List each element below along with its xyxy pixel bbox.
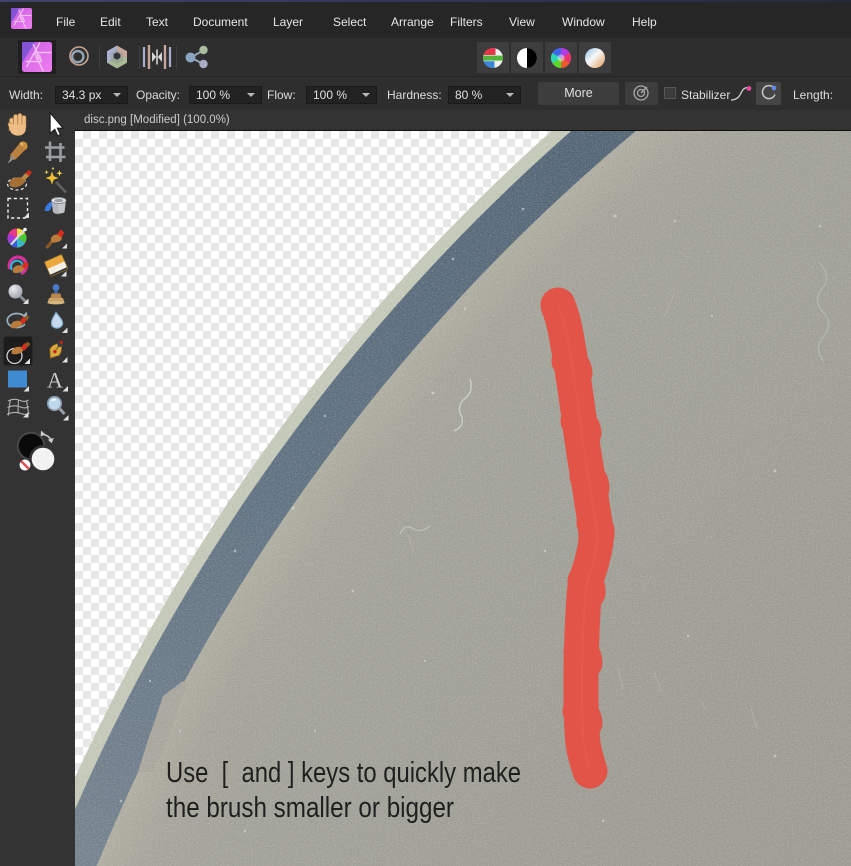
svg-text:the brush smaller or bigger: the brush smaller or bigger: [166, 792, 454, 824]
svg-text:Use [ and ] keys to quickly: Use [ and ] keys to quickly make: [166, 757, 521, 789]
svg-text:A: A: [47, 368, 63, 393]
